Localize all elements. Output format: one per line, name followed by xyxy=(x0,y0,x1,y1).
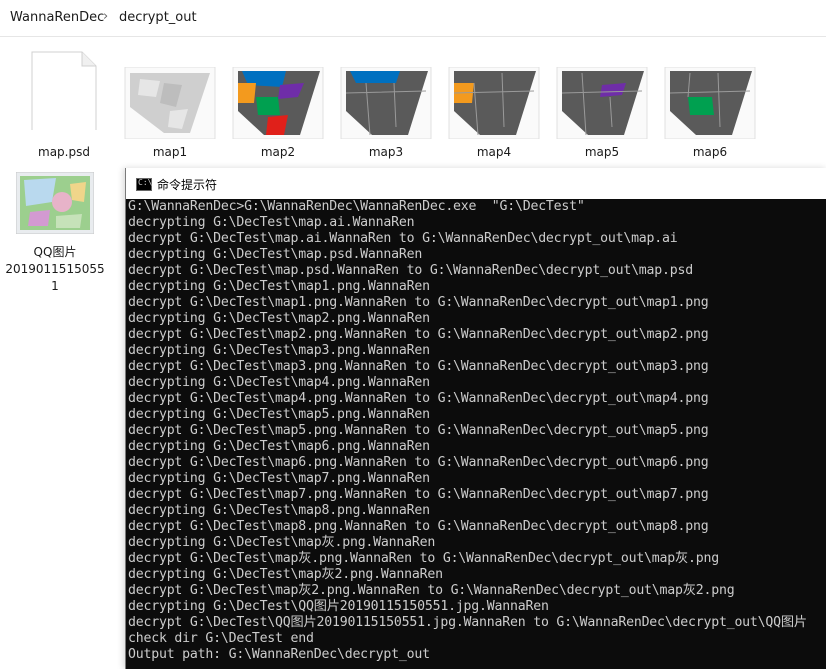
console-line: check dir G:\DecTest end xyxy=(128,631,314,646)
chevron-right-icon: › xyxy=(103,9,109,24)
document-icon xyxy=(14,50,114,130)
console-line: decrypting G:\DecTest\map3.png.WannaRen xyxy=(128,343,430,358)
console-line: decrypt G:\DecTest\map.ai.WannaRen to G:… xyxy=(128,231,678,246)
console-line: decrypting G:\DecTest\map6.png.WannaRen xyxy=(128,439,430,454)
console-icon: C:\ xyxy=(136,178,152,191)
map-thumbnail xyxy=(120,67,220,147)
command-prompt-window[interactable]: C:\ 命令提示符 G:\WannaRenDec>G:\WannaRenDec\… xyxy=(125,168,826,669)
console-line: Output path: G:\WannaRenDec\decrypt_out xyxy=(128,647,430,662)
console-line: decrypting G:\DecTest\map1.png.WannaRen xyxy=(128,279,430,294)
console-output[interactable]: G:\WannaRenDec>G:\WannaRenDec\WannaRenDe… xyxy=(128,199,825,667)
window-titlebar[interactable]: C:\ 命令提示符 xyxy=(126,168,826,199)
console-line: decrypt G:\DecTest\QQ图片20190115150551.jp… xyxy=(128,615,807,630)
console-line: decrypt G:\DecTest\map灰2.png.WannaRen to… xyxy=(128,583,735,598)
console-line: decrypt G:\DecTest\map3.png.WannaRen to … xyxy=(128,359,709,374)
map-thumbnail xyxy=(228,67,328,147)
console-line: decrypt G:\DecTest\map7.png.WannaRen to … xyxy=(128,487,709,502)
file-name-line3: 1 xyxy=(51,279,59,293)
breadcrumb-wannarendec[interactable]: WannaRenDec xyxy=(10,10,104,25)
file-name: map4 xyxy=(476,145,512,159)
console-line: decrypting G:\DecTest\map灰2.png.WannaRen xyxy=(128,567,443,582)
console-line: decrypting G:\DecTest\map5.png.WannaRen xyxy=(128,407,430,422)
console-line: decrypt G:\DecTest\map8.png.WannaRen to … xyxy=(128,519,709,534)
file-name: map1 xyxy=(152,145,188,159)
console-line: decrypting G:\DecTest\map4.png.WannaRen xyxy=(128,375,430,390)
file-name: map6 xyxy=(692,145,728,159)
console-line: decrypting G:\DecTest\map.psd.WannaRen xyxy=(128,247,423,262)
breadcrumb-decrypt-out[interactable]: decrypt_out xyxy=(119,10,197,25)
map-thumbnail xyxy=(336,67,436,147)
console-line: decrypting G:\DecTest\map.ai.WannaRen xyxy=(128,215,415,230)
console-line: decrypt G:\DecTest\map.psd.WannaRen to G… xyxy=(128,263,693,278)
console-line: decrypt G:\DecTest\map灰.png.WannaRen to … xyxy=(128,551,719,566)
file-name: map2 xyxy=(260,145,296,159)
image-thumbnail xyxy=(16,172,94,234)
file-name: map.psd xyxy=(38,145,90,159)
console-line: decrypt G:\DecTest\map5.png.WannaRen to … xyxy=(128,423,709,438)
console-line: decrypting G:\DecTest\map8.png.WannaRen xyxy=(128,503,430,518)
map-thumbnail xyxy=(552,67,652,147)
file-name-line1: QQ图片 xyxy=(33,245,77,259)
console-line: G:\WannaRenDec>G:\WannaRenDec\WannaRenDe… xyxy=(128,199,585,214)
console-line: decrypting G:\DecTest\map灰.png.WannaRen xyxy=(128,535,436,550)
file-name-line2: 2019011515055 xyxy=(5,262,105,276)
window-title: 命令提示符 xyxy=(157,178,218,192)
console-line: decrypting G:\DecTest\map7.png.WannaRen xyxy=(128,471,430,486)
console-line: decrypt G:\DecTest\map1.png.WannaRen to … xyxy=(128,295,709,310)
file-name: map5 xyxy=(584,145,620,159)
console-line: decrypting G:\DecTest\QQ图片20190115150551… xyxy=(128,599,549,614)
console-line: decrypt G:\DecTest\map6.png.WannaRen to … xyxy=(128,455,709,470)
address-bar: WannaRenDec › decrypt_out xyxy=(0,0,826,37)
console-line: decrypting G:\DecTest\map2.png.WannaRen xyxy=(128,311,430,326)
map-thumbnail xyxy=(660,67,760,147)
console-line: decrypt G:\DecTest\map4.png.WannaRen to … xyxy=(128,391,709,406)
map-thumbnail xyxy=(444,67,544,147)
console-line: decrypt G:\DecTest\map2.png.WannaRen to … xyxy=(128,327,709,342)
file-name: map3 xyxy=(368,145,404,159)
